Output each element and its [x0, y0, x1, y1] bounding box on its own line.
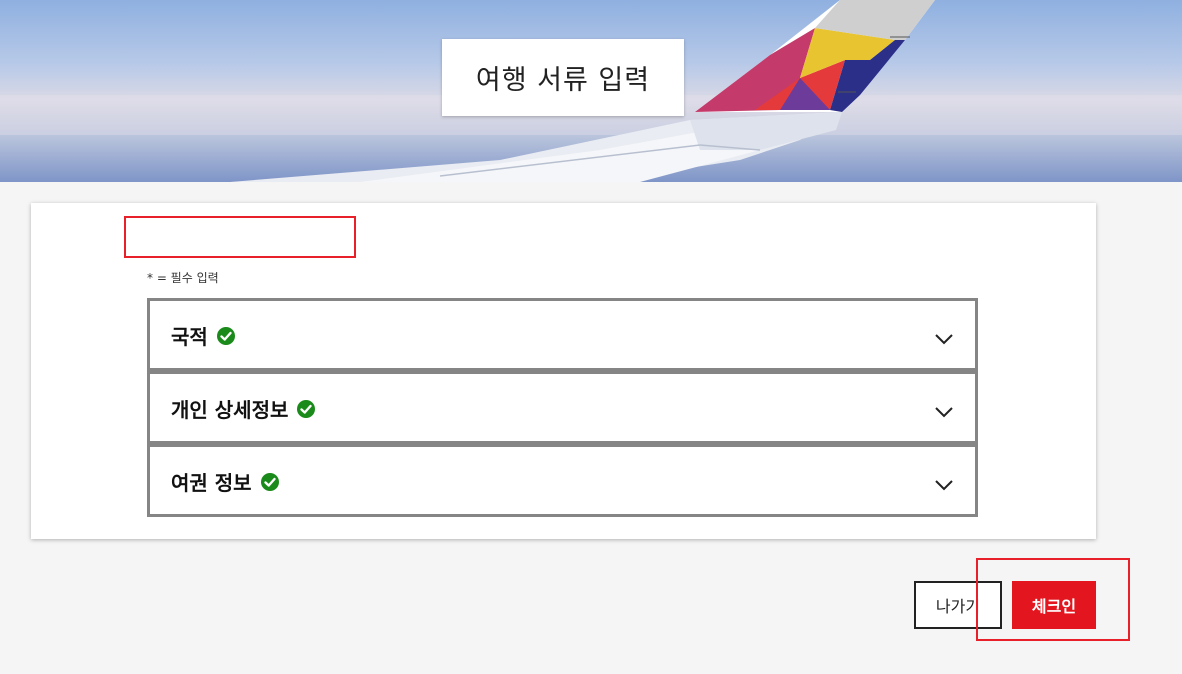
chevron-down-icon[interactable]: [934, 332, 954, 346]
hero-banner: 여행 서류 입력: [0, 0, 1182, 182]
chevron-down-icon[interactable]: [934, 405, 954, 419]
section-label: 개인 상세정보: [171, 398, 289, 422]
check-circle-icon: [216, 326, 235, 345]
chevron-down-icon[interactable]: [934, 478, 954, 492]
highlight-box: [124, 216, 356, 258]
required-note: * = 필수 입력: [147, 271, 219, 285]
section-title: 여권 정보: [171, 467, 280, 496]
section-personal-details[interactable]: 개인 상세정보: [147, 371, 978, 444]
section-nationality[interactable]: 국적: [147, 298, 978, 371]
page-title: 여행 서류 입력: [442, 39, 684, 116]
section-title: 개인 상세정보: [171, 394, 316, 423]
section-label: 국적: [171, 325, 208, 349]
section-passport-info[interactable]: 여권 정보: [147, 444, 978, 517]
check-circle-icon: [297, 399, 316, 418]
page: 여행 서류 입력 * = 필수 입력 국적 개인 상세정보 여권 정보 나가기 …: [0, 0, 1182, 674]
travel-documents-card: * = 필수 입력 국적 개인 상세정보 여권 정보: [31, 203, 1096, 539]
check-circle-icon: [260, 472, 279, 491]
section-label: 여권 정보: [171, 471, 252, 495]
section-title: 국적: [171, 321, 236, 350]
highlight-box: [976, 558, 1130, 641]
